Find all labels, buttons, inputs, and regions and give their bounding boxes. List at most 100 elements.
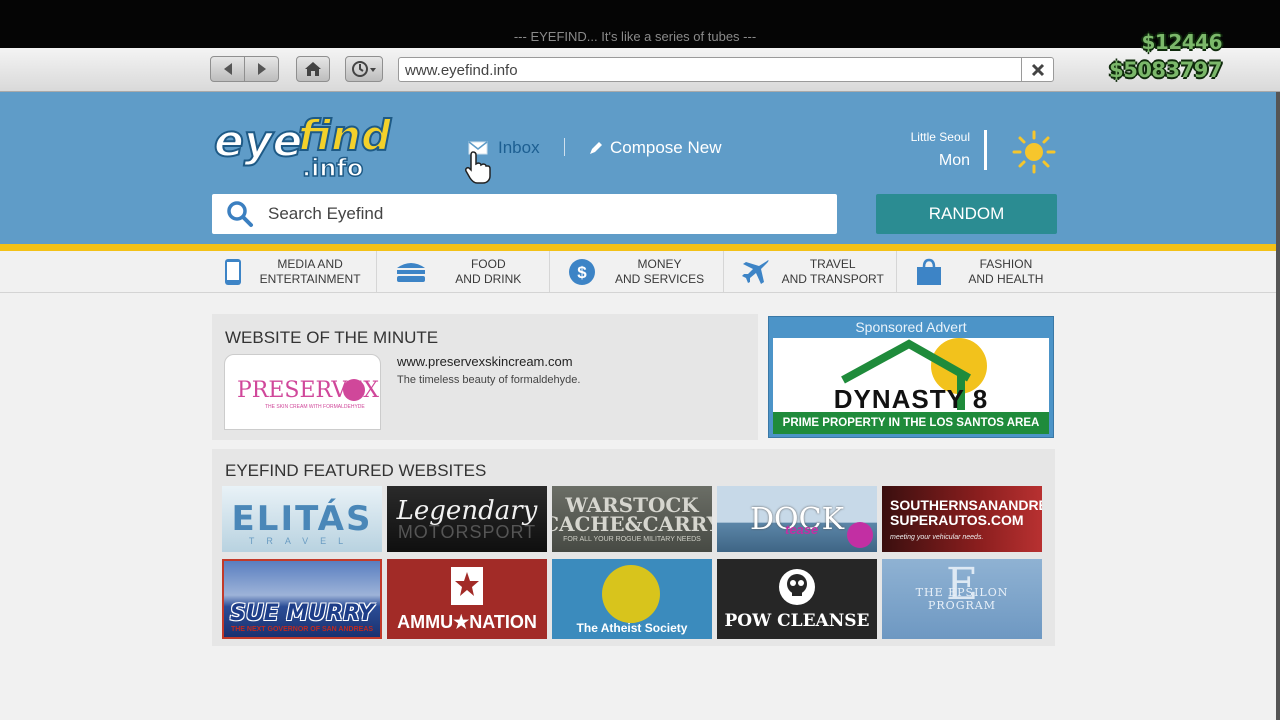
svg-text:eye: eye — [214, 116, 302, 167]
tile-pow-cleanse[interactable]: POW CLEANSE — [717, 559, 877, 639]
tile-elitas-main: ELITÁS — [231, 499, 373, 539]
nav-buttons — [210, 56, 279, 82]
random-button[interactable]: RANDOM — [876, 194, 1057, 234]
category-fashion-line2: AND HEALTH — [968, 272, 1044, 286]
history-button[interactable] — [345, 56, 383, 82]
hand-cursor-icon — [465, 151, 491, 184]
header-divider — [564, 138, 565, 156]
tile-ssa-sub: meeting your vehicular needs. — [890, 533, 984, 541]
category-travel-line1: TRAVEL — [809, 257, 856, 271]
category-bar: MEDIA AND ENTERTAINMENT FOOD AND DRINK $ M… — [204, 251, 1069, 293]
tile-ammunation[interactable]: AMMU★NATION — [387, 559, 547, 639]
dock-badge-icon — [847, 522, 873, 548]
preservex-logo-sub: THE SKIN CREAM WITH FORMALDEHYDE — [265, 404, 365, 410]
cash-amount: $12446 — [1141, 30, 1223, 54]
tile-sue-sub: THE NEXT GOVERNOR OF SAN ANDREAS — [230, 626, 374, 633]
category-fashion[interactable]: FASHION AND HEALTH — [897, 251, 1069, 293]
compose-link[interactable]: Compose New — [588, 138, 722, 158]
tile-southern-sa-superautos[interactable]: SOUTHERNSANANDREAS SUPERAUTOS.COM meetin… — [882, 486, 1042, 552]
sponsored-heading: Sponsored Advert — [855, 319, 967, 335]
tile-legendary-motorsport[interactable]: Legendary MOTORSPORT — [387, 486, 547, 552]
url-bar[interactable]: www.eyefind.info — [398, 57, 1054, 82]
burger-icon — [397, 263, 426, 282]
weather-divider — [984, 130, 987, 170]
location-day: Mon — [938, 152, 970, 169]
game-top-bar: --- EYEFIND... It's like a series of tub… — [0, 0, 1280, 48]
featured-websites: EYEFIND FEATURED WEBSITES ELITÁS TRAVEL … — [212, 449, 1055, 646]
tile-elitas-travel[interactable]: ELITÁS TRAVEL — [222, 486, 382, 552]
tile-ssa-main: SOUTHERNSANANDREAS SUPERAUTOS.COM — [890, 496, 1042, 528]
sponsored-advert[interactable]: Sponsored Advert DYNASTY 8 PRIME PROPERT… — [768, 316, 1054, 438]
shopping-bag-icon — [916, 258, 941, 285]
epsilon-symbol-icon: E — [946, 559, 979, 610]
page-scrollbar[interactable] — [1276, 92, 1280, 720]
tile-warstock[interactable]: WARSTOCK CACHE&CARRY FOR ALL YOUR ROGUE … — [552, 486, 712, 552]
category-travel-line2: AND TRANSPORT — [781, 272, 884, 286]
wotm-url[interactable]: www.preservexskincream.com — [397, 354, 573, 369]
sun-weather-icon — [1012, 130, 1056, 174]
home-button[interactable] — [296, 56, 330, 82]
category-media[interactable]: MEDIA AND ENTERTAINMENT — [204, 251, 378, 293]
tile-ammu-main: AMMU★NATION — [397, 611, 537, 632]
tile-epsilon-program[interactable]: E THE EPSILON PROGRAM — [882, 559, 1042, 639]
dollar-icon: $ — [569, 259, 596, 285]
search-bar[interactable]: Search Eyefind — [212, 194, 837, 234]
svg-text:$: $ — [578, 263, 588, 282]
category-money-line1: MONEY — [637, 257, 682, 271]
tile-docktease[interactable]: DOCK tease — [717, 486, 877, 552]
back-arrow-icon — [223, 63, 232, 75]
tile-dock-sub: tease — [785, 522, 819, 537]
website-of-the-minute: WEBSITE OF THE MINUTE PRESERVEX THE SKIN… — [212, 314, 758, 440]
home-icon — [305, 62, 321, 76]
inbox-label: Inbox — [498, 138, 540, 157]
category-food-line2: AND DRINK — [455, 272, 522, 286]
back-button[interactable] — [211, 57, 245, 81]
featured-title: EYEFIND FEATURED WEBSITES — [225, 461, 487, 480]
preservex-logo: PRESERVEX THE SKIN CREAM WITH FORMALDEHY… — [237, 378, 379, 410]
clock-icon — [352, 61, 376, 77]
wotm-description: The timeless beauty of formaldehyde. — [397, 374, 581, 386]
bank-amount: $5083797 — [1109, 58, 1222, 82]
plane-icon — [741, 260, 769, 284]
dynasty8-advert[interactable]: DYNASTY 8 PRIME PROPERTY IN THE LOS SANT… — [773, 338, 1049, 434]
url-text: www.eyefind.info — [405, 62, 518, 79]
close-icon — [1031, 63, 1044, 76]
browser-toolbar: www.eyefind.info — [0, 48, 1280, 92]
dynasty8-tagline: PRIME PROPERTY IN THE LOS SANTOS AREA — [773, 412, 1049, 434]
site-header: eye find .info Inbox Compose New Little … — [0, 92, 1276, 244]
compose-label: Compose New — [610, 138, 722, 157]
tile-warstock-main: WARSTOCK CACHE&CARRY — [552, 492, 712, 536]
location-city: Little Seoul — [910, 130, 970, 144]
tile-atheist-main: The Atheist Society — [576, 621, 688, 635]
svg-text:find: find — [298, 111, 392, 160]
browser-tagline: --- EYEFIND... It's like a series of tub… — [513, 29, 757, 44]
forward-button[interactable] — [245, 57, 278, 81]
webpage: eye find .info Inbox Compose New Little … — [0, 92, 1276, 720]
tile-warstock-sub: FOR ALL YOUR ROGUE MILITARY NEEDS — [563, 535, 701, 543]
dynasty8-brand: DYNASTY 8 — [833, 384, 989, 414]
tile-sue-murry[interactable]: SUE MURRY THE NEXT GOVERNOR OF SAN ANDRE… — [222, 559, 382, 639]
tile-legendary-sub: MOTORSPORT — [397, 521, 537, 542]
location-info: Little Seoul Mon — [911, 130, 970, 170]
preservex-thumbnail[interactable]: PRESERVEX THE SKIN CREAM WITH FORMALDEHY… — [224, 354, 381, 430]
phone-icon — [225, 259, 241, 285]
tile-atheist-society[interactable]: The Atheist Society — [552, 559, 712, 639]
tile-sue-main: SUE MURRY — [230, 601, 374, 626]
svg-text:.info: .info — [302, 154, 363, 182]
category-money[interactable]: $ MONEY AND SERVICES — [550, 251, 724, 293]
category-food-line1: FOOD — [470, 257, 506, 271]
category-food[interactable]: FOOD AND DRINK — [377, 251, 551, 293]
pencil-icon — [590, 142, 602, 154]
wotm-title: WEBSITE OF THE MINUTE — [225, 328, 439, 347]
tile-pow-main: POW CLEANSE — [724, 611, 870, 631]
header-accent-line — [0, 244, 1276, 251]
category-media-line2: ENTERTAINMENT — [259, 272, 361, 286]
category-fashion-line1: FASHION — [979, 257, 1033, 271]
atheist-emblem-icon — [602, 565, 660, 623]
eyefind-logo[interactable]: eye find .info — [210, 106, 395, 186]
search-placeholder: Search Eyefind — [268, 204, 384, 223]
category-border — [0, 292, 1276, 293]
skull-icon — [779, 569, 815, 605]
close-tab-button[interactable] — [1021, 57, 1053, 82]
category-travel[interactable]: TRAVEL AND TRANSPORT — [724, 251, 897, 293]
